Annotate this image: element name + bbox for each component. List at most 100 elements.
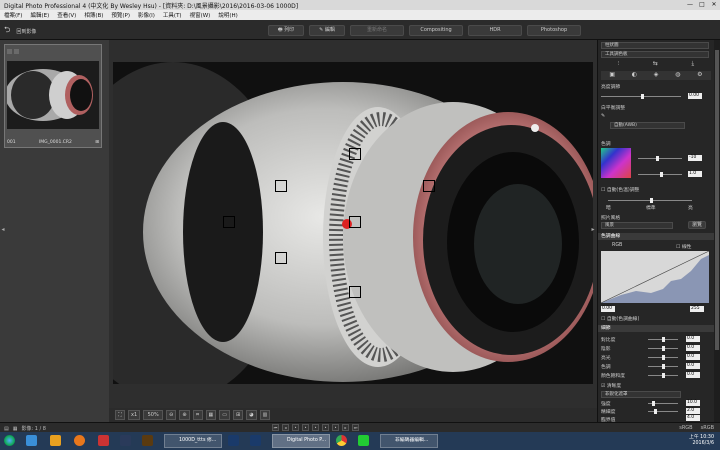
menu-window[interactable]: 視窗(W) — [190, 11, 211, 19]
curve-value-left[interactable]: 0.00 — [601, 306, 615, 312]
rating-dot-icon[interactable]: • — [332, 424, 339, 431]
detail-tab-icon[interactable]: ◍ — [675, 71, 680, 80]
rating-dot-icon[interactable]: • — [312, 424, 319, 431]
tone-slider[interactable] — [608, 198, 692, 203]
left-collapse-icon[interactable]: ◂ — [0, 226, 6, 236]
line-icon[interactable] — [358, 435, 369, 446]
detail-row-slider[interactable] — [648, 364, 678, 369]
eyedropper-icon[interactable]: ✎ — [601, 113, 605, 119]
color-tab-icon[interactable]: ◈ — [654, 71, 659, 80]
last-image-icon[interactable]: ⏭ — [352, 424, 359, 431]
sharpen-row-value[interactable]: 2.0 — [686, 408, 700, 414]
detail-row-slider[interactable] — [648, 337, 678, 342]
ie-icon[interactable] — [26, 435, 37, 446]
auto-curve-checkbox[interactable]: ☐ 自動(色調曲線) — [601, 315, 639, 322]
detail-row-value[interactable]: 0.0 — [686, 363, 700, 369]
fit-icon[interactable]: ⛶ — [115, 410, 125, 420]
grid-icon[interactable]: ▦ — [205, 410, 217, 420]
layout-icon[interactable]: ▥ — [259, 410, 271, 420]
adjust-icon[interactable]: ⫶ — [618, 60, 620, 69]
menu-help[interactable]: 說明(H) — [218, 11, 237, 19]
color-wheel[interactable] — [601, 148, 631, 178]
compositing-button[interactable]: Compositing — [409, 25, 463, 36]
grid-view-icon[interactable]: ▦ — [13, 426, 18, 432]
menu-file[interactable]: 檔案(F) — [4, 11, 22, 19]
curve-value-right[interactable]: 255 — [690, 306, 704, 312]
rating-dot-icon[interactable]: • — [302, 424, 309, 431]
menu-preview[interactable]: 預覽(P) — [111, 11, 130, 19]
taskbar-task[interactable]: Digital Photo P... — [272, 434, 330, 448]
detail-row-slider[interactable] — [648, 355, 678, 360]
hdr-button[interactable]: HDR — [468, 25, 522, 36]
system-clock[interactable]: 上午 10:30 2016/3/6 — [689, 435, 714, 447]
tool-palette-select[interactable]: 工具調色板 — [601, 51, 709, 58]
menu-album[interactable]: 相簿(B) — [84, 11, 103, 19]
next-image-icon[interactable]: ▸ — [342, 424, 349, 431]
exposure-slider[interactable] — [601, 94, 681, 99]
photoshop-icon[interactable] — [250, 435, 261, 446]
rename-button[interactable]: 重新命名 — [350, 25, 404, 36]
auto-balance-checkbox[interactable]: ☐ 自動(色溫)調整 — [601, 186, 639, 193]
edit-button[interactable]: ✎ 編輯 — [309, 25, 345, 36]
menu-image[interactable]: 影像(I) — [138, 11, 155, 19]
menu-edit[interactable]: 編輯(E) — [30, 11, 49, 19]
panel-scrollbar[interactable] — [714, 40, 720, 422]
thumbnail-item[interactable]: 001 IMG_0001.CR2 ⊞ — [4, 44, 102, 148]
rating-dot-icon[interactable]: • — [322, 424, 329, 431]
close-button[interactable]: ✕ — [708, 0, 720, 10]
tone-tab-icon[interactable]: ◐ — [632, 71, 637, 80]
sharpen-mode-select[interactable]: 非銳化遮罩 — [601, 391, 681, 398]
linear-checkbox[interactable]: ☐ 線性 — [676, 243, 691, 250]
detail-row-value[interactable]: 0.0 — [686, 345, 700, 351]
taskbar-task[interactable]: 非編碼器編輯... — [380, 434, 438, 448]
zoom-1x-button[interactable]: x1 — [128, 410, 141, 420]
export-icon[interactable]: ⤓ — [692, 60, 695, 69]
exposure-value[interactable]: 0.00 — [688, 93, 702, 99]
taskbar-task[interactable]: 1000D_ttts 修... — [164, 434, 222, 448]
app-icon[interactable] — [98, 435, 109, 446]
panel-collapse-icon[interactable]: ▸ — [590, 226, 596, 236]
list-view-icon[interactable]: ▤ — [4, 426, 9, 432]
panel-select[interactable]: 柱狀圖 — [601, 42, 709, 49]
crop-icon[interactable]: ⌗ — [192, 410, 203, 420]
histogram-curve[interactable] — [601, 251, 709, 303]
check-icon[interactable] — [7, 49, 12, 54]
zoom-select[interactable]: 50% — [143, 410, 164, 420]
detail-row-slider[interactable] — [648, 346, 678, 351]
basic-tab-icon[interactable]: ▣ — [609, 71, 615, 80]
minimize-button[interactable]: — — [684, 0, 696, 10]
curve-channel[interactable]: RGB — [612, 243, 622, 248]
bridge-icon[interactable] — [142, 435, 153, 446]
preview-image[interactable] — [113, 62, 593, 384]
detail-header[interactable]: 細節 — [598, 325, 715, 332]
maximize-button[interactable]: □ — [696, 0, 708, 10]
thumbnail-menu-icon[interactable]: ⊞ — [95, 140, 99, 145]
chrome-icon[interactable] — [336, 435, 347, 446]
photoshop-icon[interactable] — [228, 435, 239, 446]
firefox-icon[interactable] — [74, 435, 85, 446]
white-balance-select[interactable]: 自動(AWB) — [610, 122, 685, 129]
back-to-viewer-label[interactable]: 回到影像 — [16, 28, 36, 35]
settings-tab-icon[interactable]: ⚙ — [697, 71, 702, 80]
browse-button[interactable]: 瀏覽 — [688, 221, 707, 229]
menu-view[interactable]: 查看(V) — [57, 11, 76, 19]
print-button[interactable]: 🖶 列印 — [268, 25, 304, 36]
lightroom-icon[interactable] — [120, 435, 131, 446]
detail-row-slider[interactable] — [648, 373, 678, 378]
detail-row-value[interactable]: 0.0 — [686, 336, 700, 342]
menu-tools[interactable]: 工具(T) — [163, 11, 182, 19]
picture-style-select[interactable]: 風景 — [601, 222, 673, 229]
photoshop-button[interactable]: Photoshop — [527, 25, 581, 36]
sharpen-row-slider[interactable] — [648, 409, 678, 414]
rating-dot-icon[interactable]: • — [292, 424, 299, 431]
compare-icon[interactable]: ▭ — [219, 410, 231, 420]
back-arrow-icon[interactable]: ⮌ — [4, 24, 10, 38]
tone-curve-header[interactable]: 色調曲線 — [598, 233, 715, 240]
color-value-a[interactable]: -10 — [688, 155, 702, 161]
color-value-b[interactable]: 1.0 — [688, 171, 702, 177]
zoom-out-icon[interactable]: ⊖ — [166, 410, 177, 420]
detail-row-value[interactable]: 0.0 — [686, 354, 700, 360]
sharpness-checkbox[interactable]: ☑ 清晰度 — [601, 382, 621, 389]
prev-image-icon[interactable]: ◂ — [282, 424, 289, 431]
media-icon[interactable] — [50, 435, 61, 446]
